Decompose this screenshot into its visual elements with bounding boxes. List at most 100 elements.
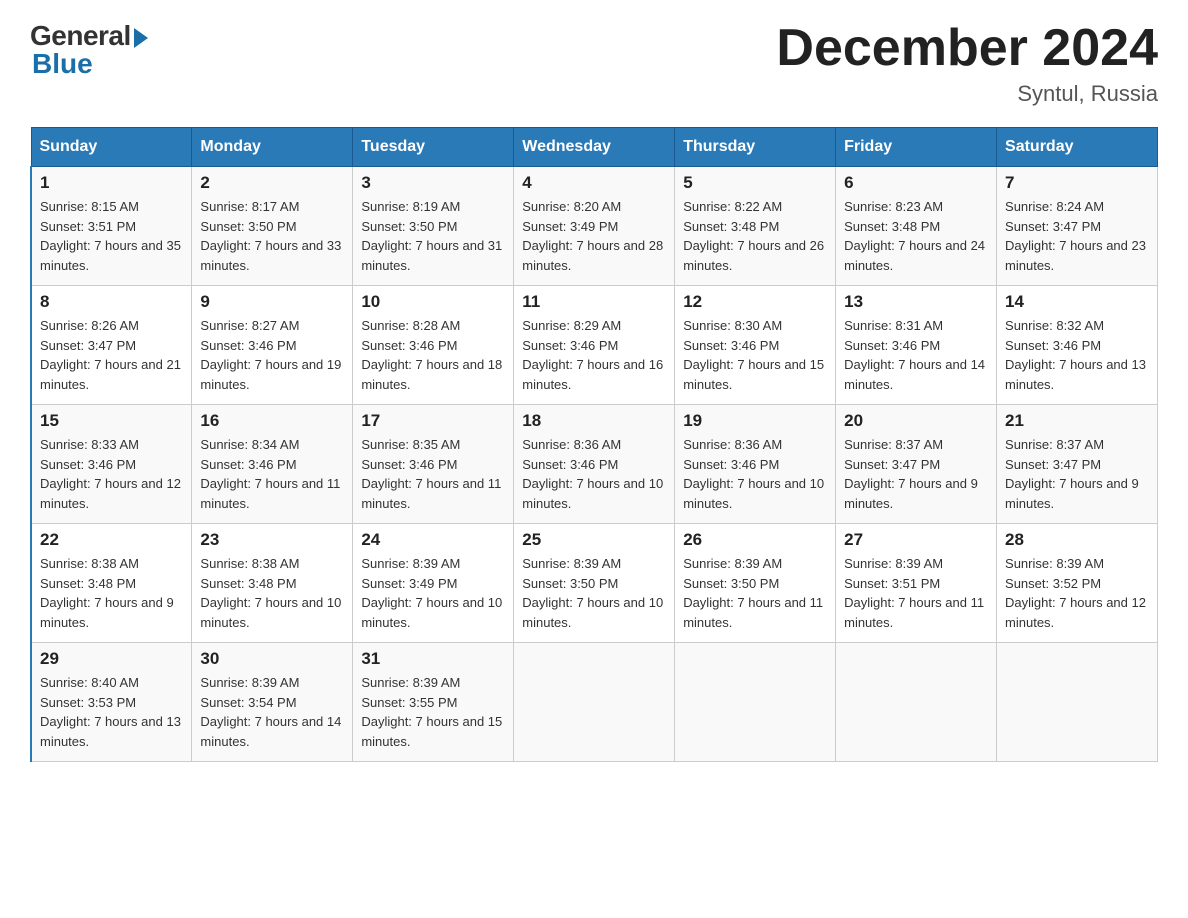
day-number: 7	[1005, 173, 1149, 193]
day-info: Sunrise: 8:40 AMSunset: 3:53 PMDaylight:…	[40, 673, 183, 751]
day-number: 30	[200, 649, 344, 669]
day-info: Sunrise: 8:29 AMSunset: 3:46 PMDaylight:…	[522, 316, 666, 394]
day-number: 4	[522, 173, 666, 193]
day-info: Sunrise: 8:39 AMSunset: 3:50 PMDaylight:…	[522, 554, 666, 632]
day-info: Sunrise: 8:23 AMSunset: 3:48 PMDaylight:…	[844, 197, 988, 275]
week-row-1: 1 Sunrise: 8:15 AMSunset: 3:51 PMDaylight…	[31, 167, 1158, 286]
calendar-cell	[836, 643, 997, 762]
day-number: 25	[522, 530, 666, 550]
title-block: December 2024 Syntul, Russia	[776, 20, 1158, 107]
day-info: Sunrise: 8:39 AMSunset: 3:52 PMDaylight:…	[1005, 554, 1149, 632]
header-saturday: Saturday	[997, 128, 1158, 167]
day-info: Sunrise: 8:37 AMSunset: 3:47 PMDaylight:…	[1005, 435, 1149, 513]
day-number: 11	[522, 292, 666, 312]
day-number: 16	[200, 411, 344, 431]
calendar-cell: 27Sunrise: 8:39 AMSunset: 3:51 PMDayligh…	[836, 524, 997, 643]
day-number: 17	[361, 411, 505, 431]
day-number: 14	[1005, 292, 1149, 312]
day-info: Sunrise: 8:39 AMSunset: 3:54 PMDaylight:…	[200, 673, 344, 751]
calendar-cell: 13 Sunrise: 8:31 AMSunset: 3:46 PMDayligh…	[836, 286, 997, 405]
week-row-2: 8Sunrise: 8:26 AMSunset: 3:47 PMDaylight…	[31, 286, 1158, 405]
day-number: 10	[361, 292, 505, 312]
calendar-cell: 16 Sunrise: 8:34 AMSunset: 3:46 PMDayligh…	[192, 405, 353, 524]
calendar-cell: 28 Sunrise: 8:39 AMSunset: 3:52 PMDayligh…	[997, 524, 1158, 643]
day-info: Sunrise: 8:28 AMSunset: 3:46 PMDaylight:…	[361, 316, 505, 394]
calendar-cell: 4Sunrise: 8:20 AMSunset: 3:49 PMDaylight…	[514, 167, 675, 286]
calendar-cell: 18 Sunrise: 8:36 AMSunset: 3:46 PMDayligh…	[514, 405, 675, 524]
header-thursday: Thursday	[675, 128, 836, 167]
day-number: 22	[40, 530, 183, 550]
day-number: 20	[844, 411, 988, 431]
day-number: 18	[522, 411, 666, 431]
day-number: 19	[683, 411, 827, 431]
day-info: Sunrise: 8:34 AMSunset: 3:46 PMDaylight:…	[200, 435, 344, 513]
calendar-cell: 11 Sunrise: 8:29 AMSunset: 3:46 PMDayligh…	[514, 286, 675, 405]
day-number: 3	[361, 173, 505, 193]
week-row-5: 29Sunrise: 8:40 AMSunset: 3:53 PMDayligh…	[31, 643, 1158, 762]
day-number: 26	[683, 530, 827, 550]
day-info: Sunrise: 8:33 AMSunset: 3:46 PMDaylight:…	[40, 435, 183, 513]
logo: General Blue	[30, 20, 148, 80]
calendar-cell: 21Sunrise: 8:37 AMSunset: 3:47 PMDayligh…	[997, 405, 1158, 524]
day-number: 23	[200, 530, 344, 550]
header-sunday: Sunday	[31, 128, 192, 167]
day-info: Sunrise: 8:36 AMSunset: 3:46 PMDaylight:…	[683, 435, 827, 513]
calendar-cell: 17Sunrise: 8:35 AMSunset: 3:46 PMDayligh…	[353, 405, 514, 524]
calendar-cell: 19 Sunrise: 8:36 AMSunset: 3:46 PMDayligh…	[675, 405, 836, 524]
day-number: 28	[1005, 530, 1149, 550]
day-info: Sunrise: 8:39 AMSunset: 3:49 PMDaylight:…	[361, 554, 505, 632]
day-info: Sunrise: 8:37 AMSunset: 3:47 PMDaylight:…	[844, 435, 988, 513]
calendar-cell	[675, 643, 836, 762]
day-info: Sunrise: 8:19 AMSunset: 3:50 PMDaylight:…	[361, 197, 505, 275]
header-tuesday: Tuesday	[353, 128, 514, 167]
day-number: 5	[683, 173, 827, 193]
day-info: Sunrise: 8:31 AMSunset: 3:46 PMDaylight:…	[844, 316, 988, 394]
day-number: 1	[40, 173, 183, 193]
calendar-cell: 8Sunrise: 8:26 AMSunset: 3:47 PMDaylight…	[31, 286, 192, 405]
day-info: Sunrise: 8:36 AMSunset: 3:46 PMDaylight:…	[522, 435, 666, 513]
day-info: Sunrise: 8:26 AMSunset: 3:47 PMDaylight:…	[40, 316, 183, 394]
calendar-cell: 7Sunrise: 8:24 AMSunset: 3:47 PMDaylight…	[997, 167, 1158, 286]
logo-arrow-icon	[134, 28, 148, 48]
week-row-4: 22 Sunrise: 8:38 AMSunset: 3:48 PMDayligh…	[31, 524, 1158, 643]
page-title: December 2024	[776, 20, 1158, 77]
day-number: 15	[40, 411, 183, 431]
calendar-table: SundayMondayTuesdayWednesdayThursdayFrid…	[30, 127, 1158, 762]
calendar-cell: 25 Sunrise: 8:39 AMSunset: 3:50 PMDayligh…	[514, 524, 675, 643]
day-number: 2	[200, 173, 344, 193]
day-number: 24	[361, 530, 505, 550]
day-number: 12	[683, 292, 827, 312]
day-info: Sunrise: 8:39 AMSunset: 3:55 PMDaylight:…	[361, 673, 505, 751]
calendar-cell: 2Sunrise: 8:17 AMSunset: 3:50 PMDaylight…	[192, 167, 353, 286]
calendar-cell: 9 Sunrise: 8:27 AMSunset: 3:46 PMDaylight…	[192, 286, 353, 405]
calendar-cell: 1 Sunrise: 8:15 AMSunset: 3:51 PMDaylight…	[31, 167, 192, 286]
calendar-cell: 22 Sunrise: 8:38 AMSunset: 3:48 PMDayligh…	[31, 524, 192, 643]
calendar-cell: 29Sunrise: 8:40 AMSunset: 3:53 PMDayligh…	[31, 643, 192, 762]
calendar-cell: 30 Sunrise: 8:39 AMSunset: 3:54 PMDayligh…	[192, 643, 353, 762]
day-info: Sunrise: 8:30 AMSunset: 3:46 PMDaylight:…	[683, 316, 827, 394]
logo-blue-text: Blue	[32, 48, 93, 80]
day-info: Sunrise: 8:38 AMSunset: 3:48 PMDaylight:…	[40, 554, 183, 632]
calendar-cell: 31Sunrise: 8:39 AMSunset: 3:55 PMDayligh…	[353, 643, 514, 762]
calendar-cell: 6 Sunrise: 8:23 AMSunset: 3:48 PMDaylight…	[836, 167, 997, 286]
header-wednesday: Wednesday	[514, 128, 675, 167]
calendar-cell: 23 Sunrise: 8:38 AMSunset: 3:48 PMDayligh…	[192, 524, 353, 643]
calendar-cell: 24 Sunrise: 8:39 AMSunset: 3:49 PMDayligh…	[353, 524, 514, 643]
calendar-cell: 5Sunrise: 8:22 AMSunset: 3:48 PMDaylight…	[675, 167, 836, 286]
calendar-cell: 12 Sunrise: 8:30 AMSunset: 3:46 PMDayligh…	[675, 286, 836, 405]
page-header: General Blue December 2024 Syntul, Russi…	[30, 20, 1158, 107]
day-number: 9	[200, 292, 344, 312]
calendar-cell: 14Sunrise: 8:32 AMSunset: 3:46 PMDayligh…	[997, 286, 1158, 405]
calendar-body: 1 Sunrise: 8:15 AMSunset: 3:51 PMDaylight…	[31, 167, 1158, 762]
day-info: Sunrise: 8:38 AMSunset: 3:48 PMDaylight:…	[200, 554, 344, 632]
day-number: 6	[844, 173, 988, 193]
header-friday: Friday	[836, 128, 997, 167]
day-number: 13	[844, 292, 988, 312]
calendar-cell: 20 Sunrise: 8:37 AMSunset: 3:47 PMDayligh…	[836, 405, 997, 524]
calendar-cell: 15 Sunrise: 8:33 AMSunset: 3:46 PMDayligh…	[31, 405, 192, 524]
calendar-cell: 10 Sunrise: 8:28 AMSunset: 3:46 PMDayligh…	[353, 286, 514, 405]
day-info: Sunrise: 8:15 AMSunset: 3:51 PMDaylight:…	[40, 197, 183, 275]
day-info: Sunrise: 8:39 AMSunset: 3:51 PMDaylight:…	[844, 554, 988, 632]
day-info: Sunrise: 8:27 AMSunset: 3:46 PMDaylight:…	[200, 316, 344, 394]
calendar-cell	[997, 643, 1158, 762]
